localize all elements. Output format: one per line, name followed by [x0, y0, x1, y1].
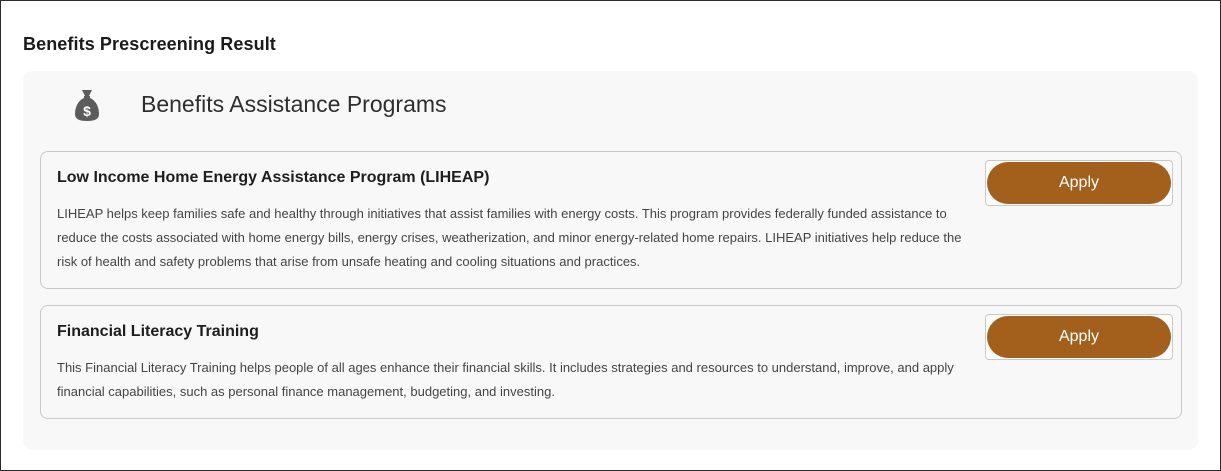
page-title: Benefits Prescreening Result [23, 34, 276, 54]
panel-header: $ [71, 87, 103, 123]
program-card-liheap: Low Income Home Energy Assistance Progra… [40, 151, 1182, 289]
apply-button-financial-literacy[interactable]: Apply [987, 316, 1171, 358]
apply-button-liheap[interactable]: Apply [987, 162, 1171, 204]
app-frame: Benefits Prescreening Result $ Benefits … [0, 0, 1221, 471]
money-bag-icon: $ [75, 90, 99, 121]
program-description: LIHEAP helps keep families safe and heal… [57, 206, 962, 269]
panel-title: Benefits Assistance Programs [141, 91, 447, 117]
apply-button-wrapper: Apply [985, 314, 1173, 360]
program-card-financial-literacy: Financial Literacy Training This Financi… [40, 305, 1182, 419]
apply-button-wrapper: Apply [985, 160, 1173, 206]
program-title: Financial Literacy Training [57, 323, 259, 340]
program-title: Low Income Home Energy Assistance Progra… [57, 169, 490, 186]
benefits-panel: $ Benefits Assistance Programs Low Incom… [23, 71, 1198, 450]
program-description: This Financial Literacy Training helps p… [57, 360, 954, 399]
svg-text:$: $ [83, 103, 91, 119]
